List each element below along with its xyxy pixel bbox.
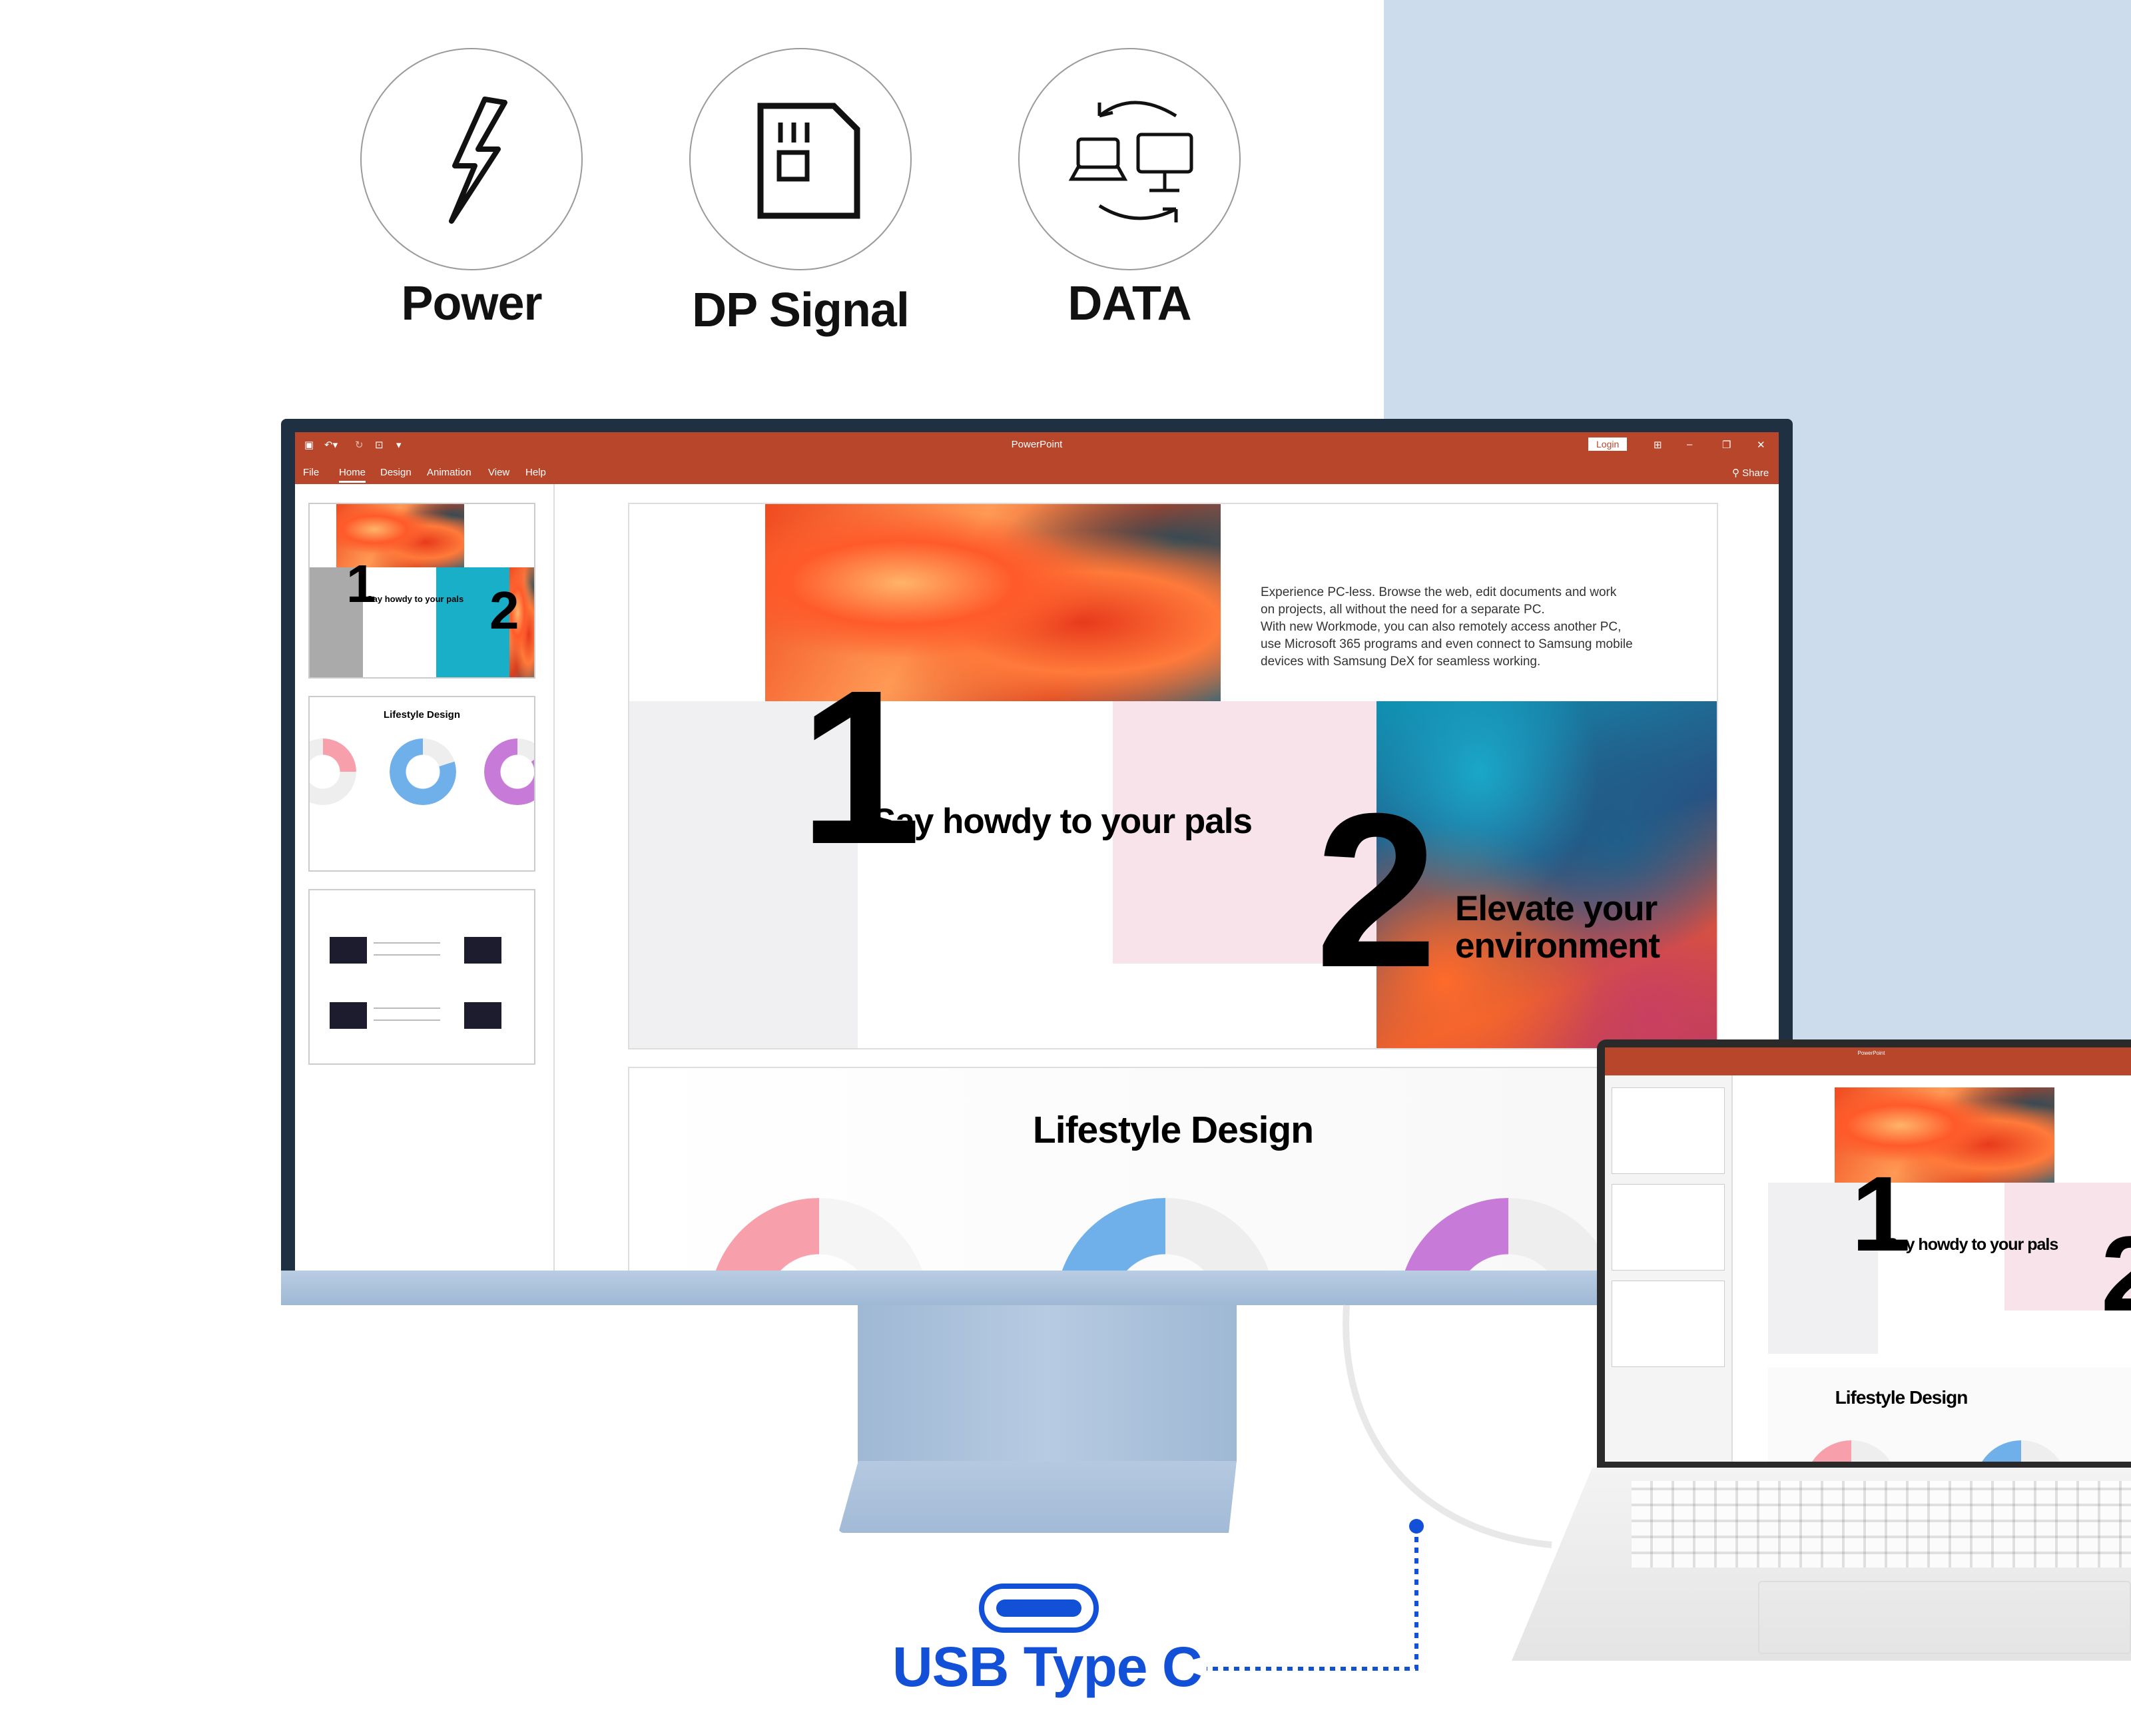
laptop-slide-heading: Say howdy to your pals — [1887, 1235, 2058, 1254]
usb-type-c-label: USB Type C — [892, 1635, 1203, 1698]
laptop: PowerPoint 1 Say howdy to your pals 2 Li… — [1597, 1039, 2131, 1469]
laptop-slide-2-title: Lifestyle Design — [1835, 1387, 1969, 1408]
laptop-app-title: PowerPoint — [1857, 1050, 1885, 1056]
laptop-thumb[interactable] — [1612, 1281, 1725, 1367]
usb-c-port-icon — [979, 1584, 1099, 1633]
laptop-keyboard — [1512, 1468, 2131, 1661]
laptop-thumb[interactable] — [1612, 1184, 1725, 1271]
laptop-screen: PowerPoint 1 Say howdy to your pals 2 Li… — [1605, 1047, 2131, 1462]
laptop-thumb[interactable] — [1612, 1087, 1725, 1174]
